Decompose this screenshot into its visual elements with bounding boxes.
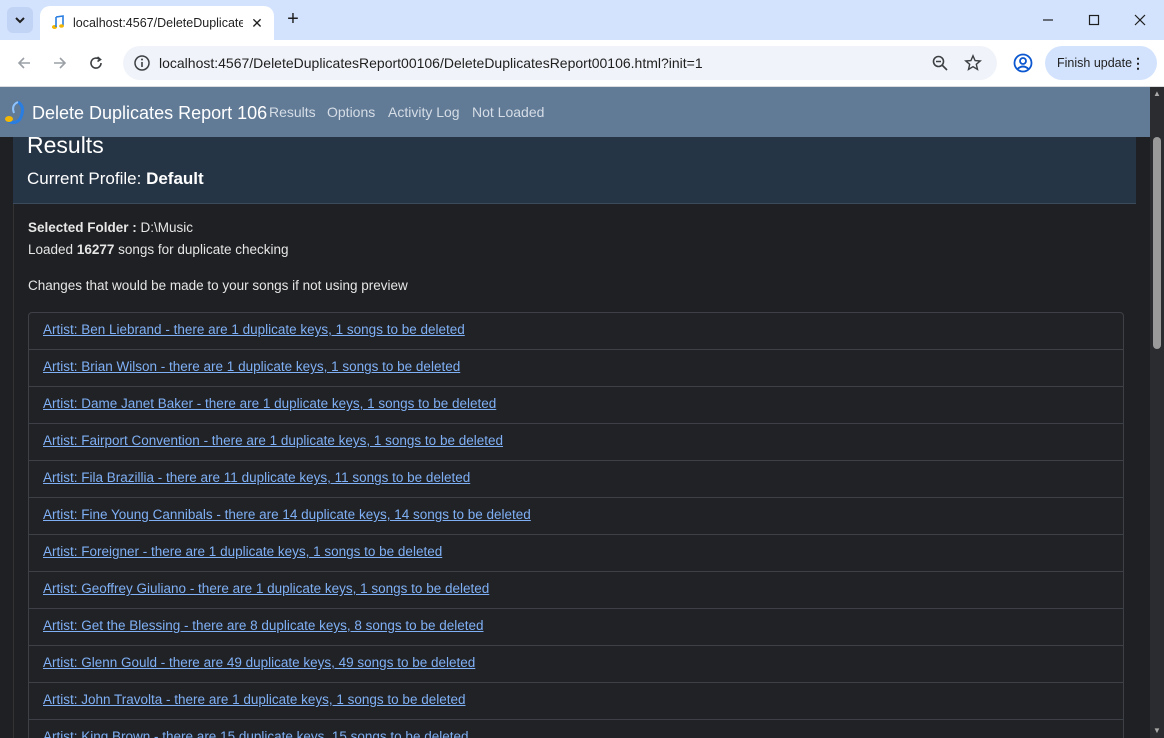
- close-window-button[interactable]: [1117, 0, 1163, 40]
- artist-link[interactable]: Artist: Fine Young Cannibals - there are…: [43, 507, 531, 523]
- browser-tab[interactable]: localhost:4567/DeleteDuplicates ✕: [40, 6, 274, 40]
- artist-link[interactable]: Artist: Foreigner - there are 1 duplicat…: [43, 544, 442, 560]
- minimize-button[interactable]: [1025, 0, 1071, 40]
- artist-link[interactable]: Artist: Dame Janet Baker - there are 1 d…: [43, 396, 496, 412]
- list-item: Artist: Ben Liebrand - there are 1 dupli…: [29, 313, 1123, 350]
- results-list: Artist: Ben Liebrand - there are 1 dupli…: [28, 312, 1124, 738]
- maximize-icon: [1088, 14, 1100, 26]
- artist-link[interactable]: Artist: Ben Liebrand - there are 1 dupli…: [43, 322, 465, 338]
- profile-value: Default: [146, 169, 204, 188]
- browser-titlebar: localhost:4567/DeleteDuplicates ✕ +: [0, 0, 1164, 40]
- profile-label: Current Profile:: [27, 169, 142, 188]
- maximize-button[interactable]: [1071, 0, 1117, 40]
- arrow-left-icon: [17, 57, 30, 69]
- address-bar[interactable]: localhost:4567/DeleteDuplicatesReport001…: [123, 46, 997, 80]
- artist-link[interactable]: Artist: Glenn Gould - there are 49 dupli…: [43, 655, 475, 671]
- url-text[interactable]: localhost:4567/DeleteDuplicatesReport001…: [159, 55, 703, 71]
- list-item: Artist: Get the Blessing - there are 8 d…: [29, 609, 1123, 646]
- nav-options[interactable]: Options: [327, 104, 375, 120]
- list-item: Artist: Brian Wilson - there are 1 dupli…: [29, 350, 1123, 387]
- profile-icon[interactable]: [1012, 52, 1034, 74]
- finish-update-label: Finish update: [1057, 56, 1133, 70]
- artist-link[interactable]: Artist: King Brown - there are 15 duplic…: [43, 729, 469, 738]
- list-item: Artist: Geoffrey Giuliano - there are 1 …: [29, 572, 1123, 609]
- nav-activity-log[interactable]: Activity Log: [388, 104, 460, 120]
- list-item: Artist: King Brown - there are 15 duplic…: [29, 720, 1123, 738]
- tab-close-icon[interactable]: ✕: [248, 14, 266, 32]
- results-content: Selected Folder : D:\Music Loaded 16277 …: [13, 204, 1137, 738]
- browser-toolbar: localhost:4567/DeleteDuplicatesReport001…: [0, 40, 1164, 87]
- web-page: Delete Duplicates Report 106 Results Opt…: [0, 87, 1164, 738]
- list-item: Artist: Fine Young Cannibals - there are…: [29, 498, 1123, 535]
- loaded-count: 16277: [76, 242, 115, 257]
- changes-text: Changes that would be made to your songs…: [28, 278, 408, 293]
- page-scrollbar[interactable]: ▲ ▼: [1150, 87, 1164, 738]
- folder-label: Selected Folder :: [28, 220, 137, 235]
- scroll-thumb[interactable]: [1153, 137, 1161, 349]
- loaded-suffix: songs for duplicate checking: [118, 242, 289, 257]
- results-header: Results Current Profile: Default: [13, 132, 1136, 204]
- music-note-icon: [51, 15, 64, 29]
- minimize-icon: [1043, 19, 1053, 21]
- tab-title: localhost:4567/DeleteDuplicates: [73, 16, 243, 30]
- list-item: Artist: Fila Brazillia - there are 11 du…: [29, 461, 1123, 498]
- tab-search-button[interactable]: [7, 7, 33, 33]
- scroll-up-icon[interactable]: ▲: [1150, 87, 1164, 101]
- chevron-down-icon: [15, 17, 25, 24]
- artist-link[interactable]: Artist: John Travolta - there are 1 dupl…: [43, 692, 466, 708]
- arrow-right-icon: [54, 57, 67, 69]
- new-tab-icon[interactable]: +: [283, 9, 303, 29]
- app-logo-icon: [5, 100, 25, 125]
- list-item: Artist: Glenn Gould - there are 49 dupli…: [29, 646, 1123, 683]
- star-icon[interactable]: [964, 54, 982, 72]
- current-profile: Current Profile: Default: [27, 169, 204, 189]
- close-icon: [1134, 14, 1146, 26]
- zoom-icon[interactable]: [931, 54, 949, 72]
- more-vert-icon: ⋮: [1131, 55, 1145, 71]
- selected-folder: Selected Folder : D:\Music: [28, 220, 193, 236]
- scroll-down-icon[interactable]: ▼: [1150, 724, 1164, 738]
- reload-icon: [90, 56, 102, 69]
- list-item: Artist: John Travolta - there are 1 dupl…: [29, 683, 1123, 720]
- list-item: Artist: Foreigner - there are 1 duplicat…: [29, 535, 1123, 572]
- nav-results[interactable]: Results: [269, 104, 316, 120]
- artist-link[interactable]: Artist: Fairport Convention - there are …: [43, 433, 503, 449]
- app-navbar: Delete Duplicates Report 106 Results Opt…: [0, 87, 1150, 137]
- back-button[interactable]: [12, 51, 36, 75]
- list-item: Artist: Fairport Convention - there are …: [29, 424, 1123, 461]
- site-info-icon[interactable]: [133, 54, 151, 72]
- artist-link[interactable]: Artist: Get the Blessing - there are 8 d…: [43, 618, 484, 634]
- artist-link[interactable]: Artist: Geoffrey Giuliano - there are 1 …: [43, 581, 489, 597]
- finish-update-button[interactable]: Finish update ⋮: [1045, 46, 1157, 80]
- nav-not-loaded[interactable]: Not Loaded: [472, 104, 544, 120]
- page-title: Results: [27, 132, 104, 158]
- artist-link[interactable]: Artist: Brian Wilson - there are 1 dupli…: [43, 359, 460, 375]
- loaded-summary: Loaded 16277 songs for duplicate checkin…: [28, 242, 289, 258]
- list-item: Artist: Dame Janet Baker - there are 1 d…: [29, 387, 1123, 424]
- reload-button[interactable]: [84, 51, 108, 75]
- folder-value: D:\Music: [140, 220, 194, 235]
- loaded-prefix: Loaded: [28, 242, 74, 257]
- app-brand[interactable]: Delete Duplicates Report 106: [32, 102, 267, 124]
- forward-button[interactable]: [48, 51, 72, 75]
- artist-link[interactable]: Artist: Fila Brazillia - there are 11 du…: [43, 470, 470, 486]
